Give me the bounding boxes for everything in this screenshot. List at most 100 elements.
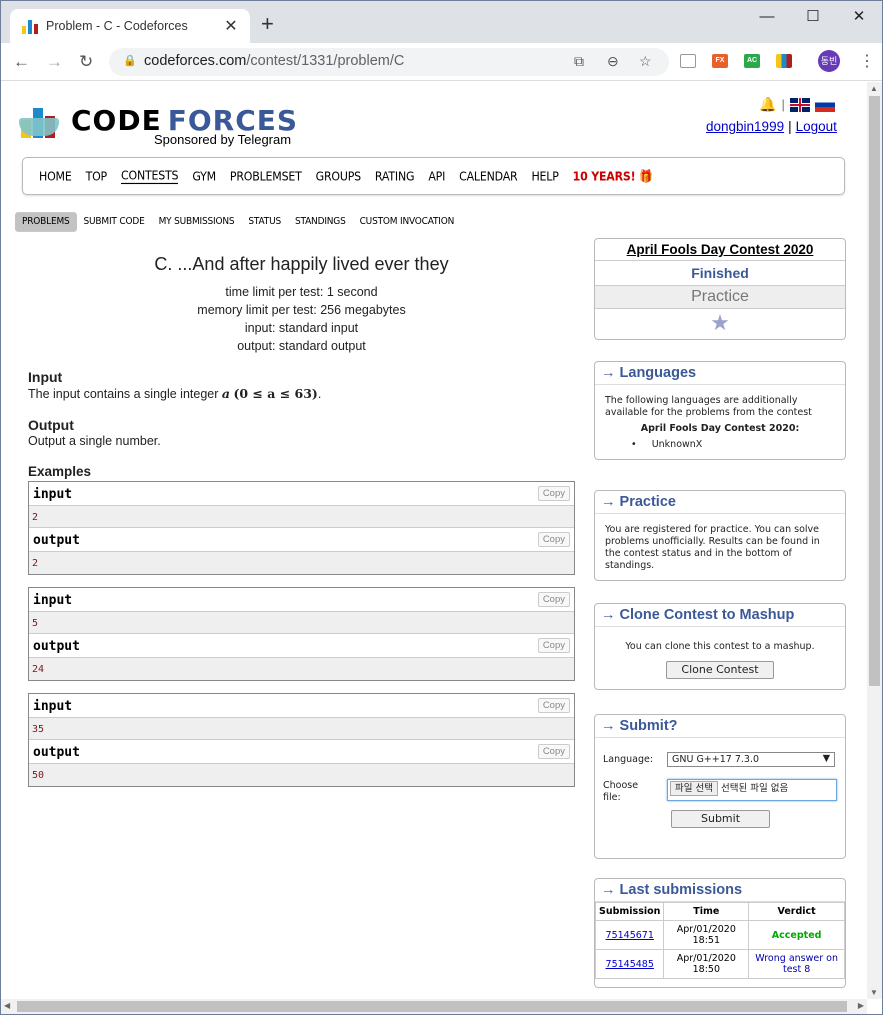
submission-link[interactable]: 75145671 xyxy=(606,930,654,941)
sample-output-value: 2 xyxy=(29,552,574,574)
sample-input-value: 35 xyxy=(29,718,574,740)
language-selected-value: GNU G++17 7.3.0 xyxy=(672,754,760,765)
sample-test: input Copy 2 output Copy 2 xyxy=(28,481,575,575)
sample-input-label: input xyxy=(33,699,73,714)
submenu-submit-code[interactable]: SUBMIT CODE xyxy=(77,212,152,232)
vertical-scrollbar[interactable]: ▲ ▼ xyxy=(867,82,882,999)
browser-menu-icon[interactable]: ⋮ xyxy=(859,51,875,71)
menu-gym[interactable]: GYM xyxy=(192,169,216,184)
scroll-left-icon[interactable]: ◀ xyxy=(4,1001,10,1010)
new-tab-icon[interactable]: + xyxy=(261,13,274,35)
submenu-problems[interactable]: PROBLEMS xyxy=(15,212,77,232)
extension-codeforces-icon[interactable] xyxy=(776,54,792,68)
favourite-star-icon[interactable]: ★ xyxy=(595,309,845,339)
problem-title: C. ...And after happily lived ever they xyxy=(154,254,449,274)
copy-button[interactable]: Copy xyxy=(537,486,570,501)
horizontal-scroll-thumb[interactable] xyxy=(17,1001,847,1012)
close-window-icon[interactable]: ✕ xyxy=(836,1,882,31)
back-icon[interactable]: ← xyxy=(13,51,30,73)
lock-icon: 🔒 xyxy=(123,55,137,67)
clone-contest-box: → Clone Contest to Mashup You can clone … xyxy=(594,603,846,690)
submenu-custom-invocation[interactable]: CUSTOM INVOCATION xyxy=(353,212,462,232)
browser-tab[interactable]: Problem - C - Codeforces ✕ xyxy=(10,9,250,43)
file-status: 선택된 파일 없음 xyxy=(721,783,789,794)
column-submission: Submission xyxy=(595,902,665,921)
extension-reader-icon[interactable] xyxy=(680,54,696,68)
file-input[interactable]: 파일 선택 선택된 파일 없음 xyxy=(667,779,837,801)
practice-box: → Practice You are registered for practi… xyxy=(594,490,846,581)
username-link[interactable]: dongbin1999 xyxy=(706,119,784,134)
minimize-icon[interactable]: — xyxy=(744,1,790,31)
clone-text: You can clone this contest to a mashup. xyxy=(625,641,815,652)
copy-button[interactable]: Copy xyxy=(537,698,570,713)
translate-icon[interactable]: ⧉ xyxy=(574,53,584,70)
copy-button[interactable]: Copy xyxy=(537,638,570,653)
submenu-standings[interactable]: STANDINGS xyxy=(288,212,353,232)
tab-strip: Problem - C - Codeforces ✕ + — ☐ ✕ xyxy=(1,1,882,43)
menu-10-years[interactable]: 10 YEARS! 🎁 xyxy=(573,169,653,184)
file-select-button[interactable]: 파일 선택 xyxy=(670,781,718,796)
menu-rating[interactable]: RATING xyxy=(375,169,415,184)
menu-calendar[interactable]: CALENDAR xyxy=(459,169,518,184)
zoom-icon[interactable]: ⊖ xyxy=(607,53,619,70)
menu-help[interactable]: HELP xyxy=(531,169,558,184)
menu-home[interactable]: HOME xyxy=(39,169,72,184)
practice-title: → Practice xyxy=(595,491,845,514)
scroll-right-icon[interactable]: ▶ xyxy=(858,1001,864,1010)
menu-problemset[interactable]: PROBLEMSET xyxy=(230,169,302,184)
submit-title: → Submit? xyxy=(595,715,845,738)
extension-ac-icon[interactable]: AC xyxy=(744,54,760,68)
math-var: a xyxy=(221,386,230,401)
russian-flag-icon[interactable] xyxy=(814,97,835,112)
profile-avatar[interactable]: 동빈 xyxy=(818,50,840,72)
scroll-up-icon[interactable]: ▲ xyxy=(870,84,878,93)
codeforces-favicon-icon xyxy=(22,18,38,34)
contest-name-link[interactable]: April Fools Day Contest 2020 xyxy=(595,239,845,261)
menu-top[interactable]: TOP xyxy=(86,169,108,184)
submission-verdict: Accepted xyxy=(748,920,845,950)
notification-bell-icon[interactable]: 🔔 xyxy=(759,96,776,113)
english-flag-icon[interactable] xyxy=(789,97,810,112)
copy-button[interactable]: Copy xyxy=(537,532,570,547)
sample-output-value: 24 xyxy=(29,658,574,680)
extension-fx-icon[interactable]: FX xyxy=(712,54,728,68)
browser-toolbar: ← → ↻ 🔒 codeforces.com/contest/1331/prob… xyxy=(1,43,882,81)
submission-link[interactable]: 75145485 xyxy=(606,959,654,970)
forward-icon[interactable]: → xyxy=(46,51,63,73)
clone-contest-button[interactable]: Clone Contest xyxy=(666,661,774,679)
close-tab-icon[interactable]: ✕ xyxy=(220,16,242,36)
language-select[interactable]: GNU G++17 7.3.0 ▼ xyxy=(667,752,835,767)
submenu-my-submissions[interactable]: MY SUBMISSIONS xyxy=(152,212,242,232)
languages-list-item: • UnknownX xyxy=(631,439,703,450)
logo-word-code: CODE xyxy=(71,104,162,137)
submit-button[interactable]: Submit xyxy=(671,810,770,828)
languages-title: → Languages xyxy=(595,362,845,385)
language-label: Language: xyxy=(603,754,654,765)
horizontal-scrollbar[interactable]: ◀ ▶ xyxy=(1,999,867,1014)
practice-text: You are registered for practice. You can… xyxy=(605,524,820,571)
window-controls: — ☐ ✕ xyxy=(744,1,882,31)
languages-text: The following languages are additionally… xyxy=(605,395,812,418)
sample-test: input Copy 5 output Copy 24 xyxy=(28,587,575,681)
menu-contests[interactable]: CONTESTS xyxy=(121,168,179,185)
submenu-status[interactable]: STATUS xyxy=(241,212,288,232)
address-bar[interactable]: 🔒 codeforces.com/contest/1331/problem/C … xyxy=(109,48,669,76)
languages-box: → Languages The following languages are … xyxy=(594,361,846,460)
reload-icon[interactable]: ↻ xyxy=(79,51,93,73)
math-range: (0 ≤ a ≤ 63) xyxy=(233,386,318,401)
output-section-header: Output xyxy=(28,417,74,433)
copy-button[interactable]: Copy xyxy=(537,744,570,759)
bookmark-star-icon[interactable]: ☆ xyxy=(639,53,652,70)
menu-api[interactable]: API xyxy=(428,169,445,184)
last-submissions-box: → Last submissions Submission Time Verdi… xyxy=(594,878,846,988)
vertical-scroll-thumb[interactable] xyxy=(869,96,880,686)
logout-link[interactable]: Logout xyxy=(796,119,837,134)
output-file: output: standard output xyxy=(237,339,366,353)
sample-output-value: 50 xyxy=(29,764,574,786)
menu-groups[interactable]: GROUPS xyxy=(316,169,361,184)
sample-output-label: output xyxy=(33,639,80,654)
copy-button[interactable]: Copy xyxy=(537,592,570,607)
sample-input-label: input xyxy=(33,593,73,608)
maximize-icon[interactable]: ☐ xyxy=(790,1,836,31)
scroll-down-icon[interactable]: ▼ xyxy=(870,988,878,997)
